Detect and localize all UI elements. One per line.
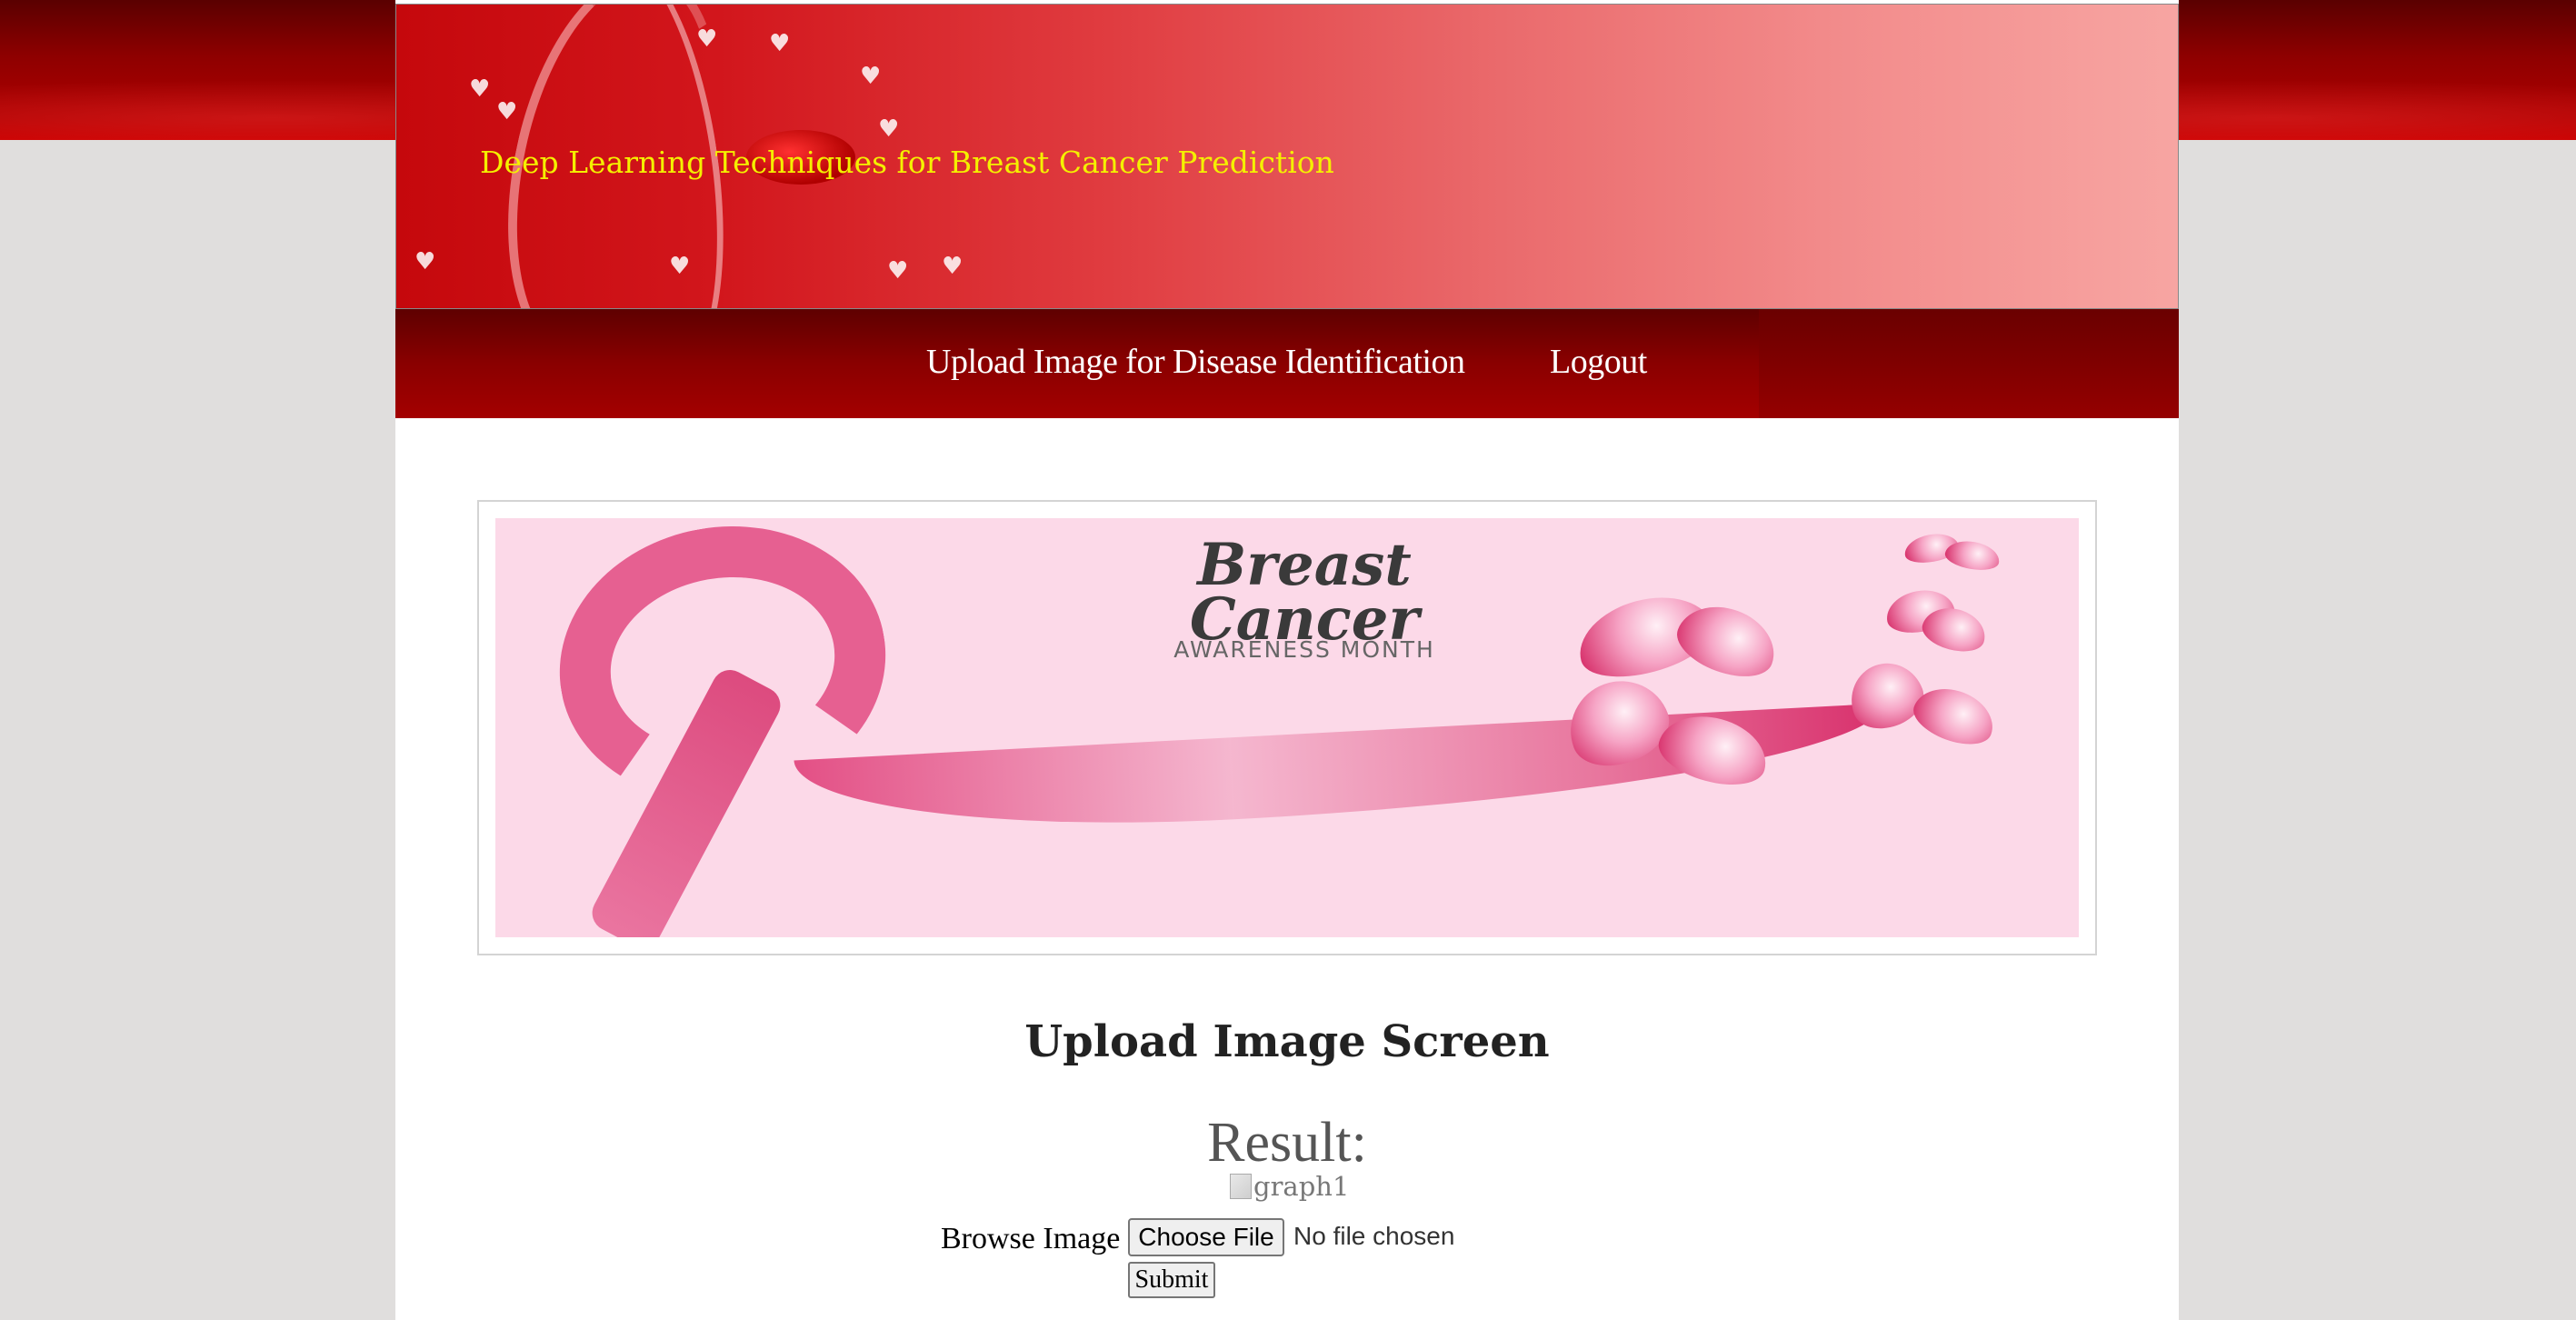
broken-image-icon <box>1230 1174 1252 1199</box>
heart-decoration: ♥ <box>669 253 691 280</box>
browse-image-label: Browse Image <box>941 1222 1121 1255</box>
heart-decoration: ♥ <box>496 98 518 125</box>
heart-decoration: ♥ <box>696 25 718 53</box>
heart-decoration: ♥ <box>469 75 491 103</box>
main-navbar: Upload Image for Disease Identification … <box>395 309 2179 418</box>
file-status-text: No file chosen <box>1293 1222 1455 1250</box>
banner-subheading: AWARENESS MONTH <box>1173 636 1435 663</box>
heart-decoration: ♥ <box>878 115 900 143</box>
result-label: Result: <box>1207 1112 1367 1174</box>
banner-frame: Breast Cancer AWARENESS MONTH <box>477 500 2097 955</box>
site-header: ♥ ♥ ♥ ♥ ♥ ♥ ♥ ♥ ♥ ♥ Deep Learning Techni… <box>395 4 2179 309</box>
page-wrapper: ♥ ♥ ♥ ♥ ♥ ♥ ♥ ♥ ♥ ♥ Deep Learning Techni… <box>395 0 2179 1320</box>
heart-decoration: ♥ <box>860 63 882 90</box>
site-title: Deep Learning Techniques for Breast Canc… <box>480 145 1334 180</box>
awareness-banner-image: Breast Cancer AWARENESS MONTH <box>495 518 2079 937</box>
result-image-placeholder: graph1 <box>1230 1171 1349 1202</box>
nav-logout[interactable]: Logout <box>1550 342 1647 382</box>
page-heading: Upload Image Screen <box>1024 1016 1550 1067</box>
heart-decoration: ♥ <box>414 248 436 275</box>
heart-decoration: ♥ <box>769 30 791 57</box>
result-image-alt-text: graph1 <box>1253 1171 1350 1202</box>
heart-decoration: ♥ <box>942 253 964 280</box>
nav-upload-image[interactable]: Upload Image for Disease Identification <box>926 342 1465 382</box>
choose-file-button[interactable]: Choose File <box>1128 1218 1284 1256</box>
banner-heading: Breast Cancer <box>1189 531 1420 654</box>
submit-button[interactable]: Submit <box>1128 1262 1215 1298</box>
heart-decoration: ♥ <box>887 257 909 285</box>
